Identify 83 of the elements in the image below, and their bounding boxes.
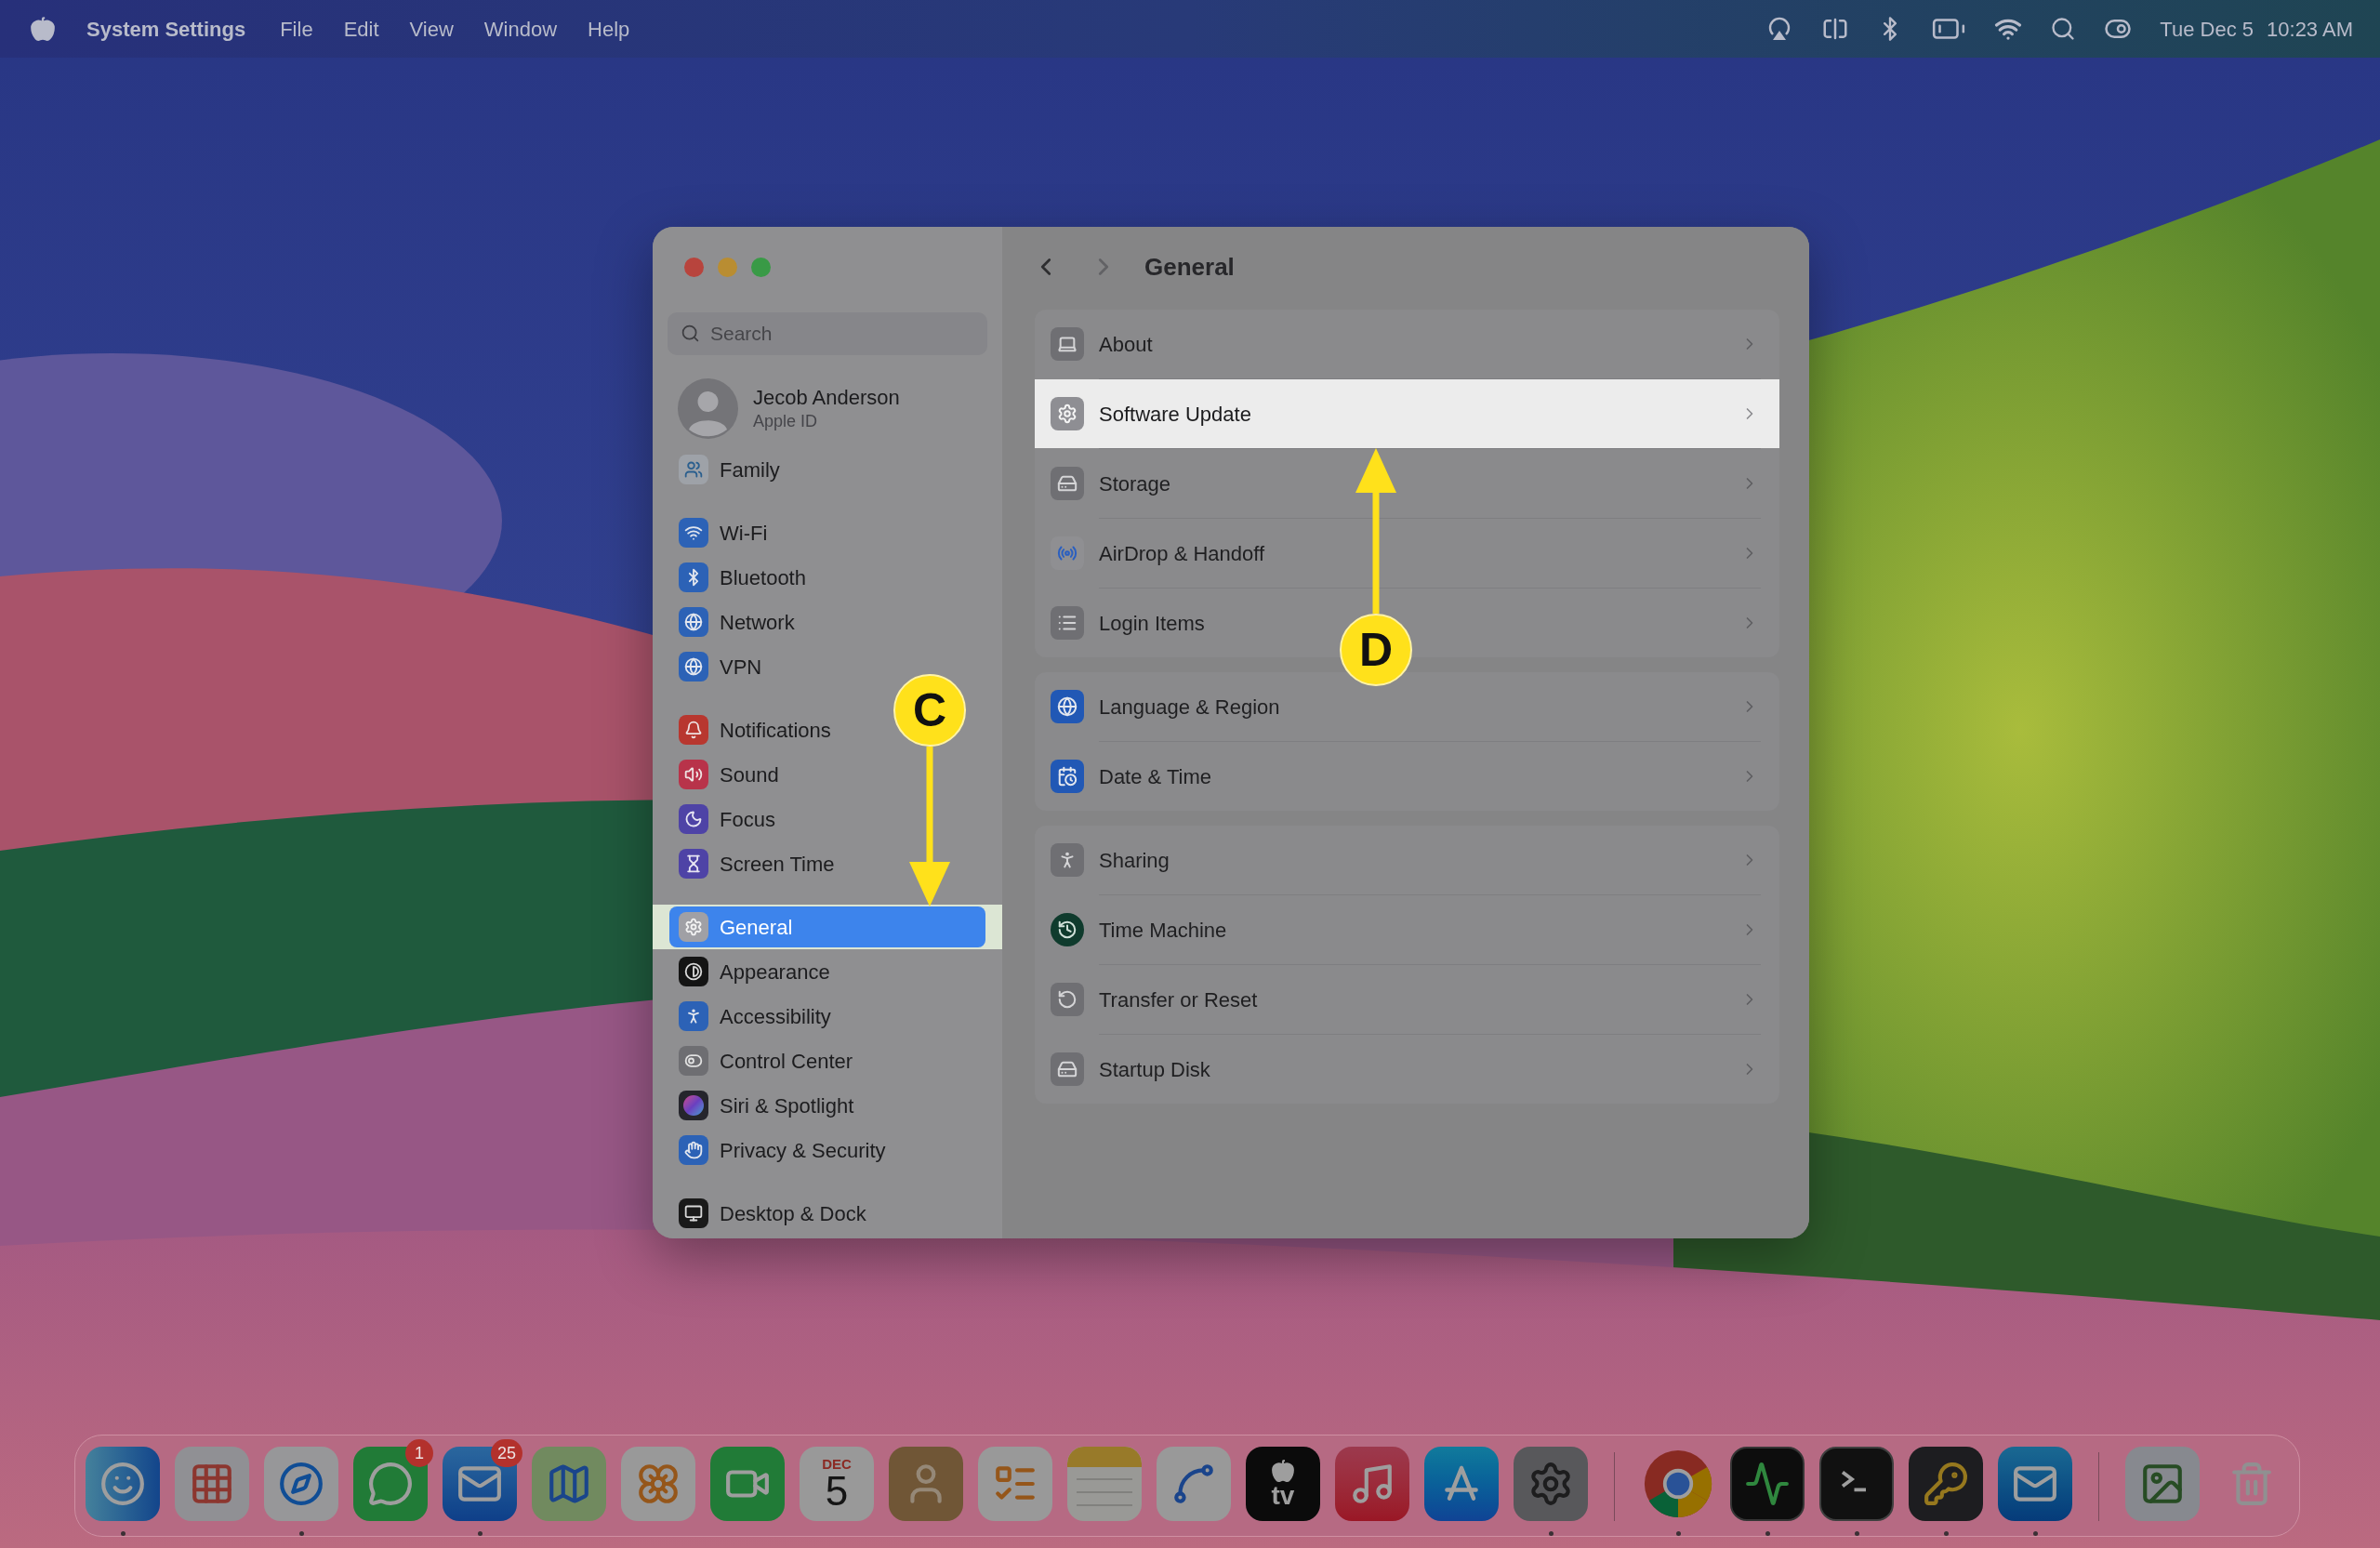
person-icon	[679, 1001, 708, 1031]
settings-row[interactable]: Sharing	[1035, 826, 1779, 894]
sidebar-item[interactable]: General	[669, 906, 985, 947]
sidebar-item[interactable]: Control Center	[669, 1040, 985, 1081]
sidebar-item[interactable]: Siri & Spotlight	[669, 1085, 985, 1126]
gear-icon[interactable]	[1514, 1447, 1588, 1521]
picture-stack-icon[interactable]	[2125, 1447, 2200, 1521]
signal-rings-icon	[1051, 536, 1084, 570]
toggle-icon	[679, 1046, 708, 1076]
checklist-icon[interactable]	[978, 1447, 1052, 1521]
orb-icon	[679, 1091, 708, 1120]
search-field[interactable]: Search	[668, 312, 987, 355]
settings-row[interactable]: Date & Time	[1035, 742, 1779, 811]
app-grid-icon[interactable]	[175, 1447, 249, 1521]
menu-item[interactable]: File	[280, 13, 313, 45]
menu-item[interactable]: Window	[483, 13, 558, 45]
sidebar-item[interactable]: Bluetooth	[669, 557, 985, 598]
terminal-prompt-icon[interactable]	[1819, 1447, 1894, 1521]
triangle-strokes-icon[interactable]	[1424, 1447, 1499, 1521]
search-icon	[681, 324, 700, 343]
smiling-face-icon[interactable]	[86, 1447, 160, 1521]
calendar-tile[interactable]: DEC 5	[800, 1447, 874, 1521]
envelope-icon[interactable]	[443, 1447, 517, 1521]
globe-icon	[1051, 690, 1084, 723]
monitor-icon	[679, 1198, 708, 1228]
bluetooth-icon	[679, 562, 708, 592]
window-title: General	[1144, 251, 1235, 283]
wifi-icon	[679, 518, 708, 548]
moon-icon	[679, 804, 708, 834]
pulse-graph-icon[interactable]	[1730, 1447, 1805, 1521]
settings-row[interactable]: Time Machine	[1035, 895, 1779, 964]
settings-row[interactable]: Startup Disk	[1035, 1035, 1779, 1104]
keys-icon[interactable]	[1909, 1447, 1983, 1521]
search-icon[interactable]	[2050, 16, 2077, 42]
squiggle-icon[interactable]	[1157, 1447, 1231, 1521]
globe-icon	[679, 652, 708, 681]
app-menu[interactable]: System Settings	[86, 13, 246, 45]
contrast-icon	[679, 957, 708, 986]
flower-icon[interactable]	[621, 1447, 695, 1521]
compass-icon[interactable]	[264, 1447, 338, 1521]
drive-icon	[1051, 1052, 1084, 1086]
sidebar-item[interactable]: Desktop & Dock	[669, 1193, 985, 1234]
sidebar-item[interactable]: Accessibility	[669, 996, 985, 1037]
list-icon	[1051, 606, 1084, 640]
hand-icon	[679, 1135, 708, 1165]
sidebar-item[interactable]: Network	[669, 602, 985, 642]
sidebar-item[interactable]: Appearance	[669, 951, 985, 992]
bell-icon	[679, 715, 708, 745]
account-button[interactable]: Jecob Anderson Apple ID	[653, 372, 1002, 444]
person-icon[interactable]	[889, 1447, 963, 1521]
settings-row[interactable]: Transfer or Reset	[1035, 965, 1779, 1034]
menu-item[interactable]: View	[409, 13, 454, 45]
unread-count: 25	[490, 1439, 522, 1467]
speech-bubble-icon[interactable]	[353, 1447, 428, 1521]
sidebar-item[interactable]: Privacy & Security	[669, 1130, 985, 1171]
calendar-icon	[1051, 760, 1084, 793]
video-camera-icon[interactable]	[710, 1447, 785, 1521]
apple-icon[interactable]	[30, 16, 56, 42]
sidebar-item[interactable]: Wi-Fi	[669, 512, 985, 553]
people-icon	[679, 455, 708, 484]
laptop-icon	[1051, 327, 1084, 361]
sidebar-item[interactable]: Family	[669, 449, 985, 490]
envelope-icon[interactable]	[1998, 1447, 2072, 1521]
menu-bar-date[interactable]: Tue Dec 5	[2160, 13, 2254, 45]
globe-icon	[679, 607, 708, 637]
clock-icon	[1051, 913, 1084, 946]
menu-item[interactable]: Edit	[343, 13, 379, 45]
map-icon[interactable]	[532, 1447, 606, 1521]
drive-icon	[1051, 467, 1084, 500]
gear-icon	[1051, 397, 1084, 430]
hourglass-icon	[679, 849, 708, 879]
apple-icon	[1271, 1459, 1295, 1483]
settings-row[interactable]: About	[1035, 310, 1779, 378]
speaker-icon	[679, 760, 708, 789]
unread-count: 1	[405, 1439, 433, 1467]
menu-item[interactable]: Help	[588, 13, 630, 45]
gear-icon	[679, 912, 708, 942]
person-icon	[1051, 843, 1084, 877]
music-note-icon[interactable]	[1335, 1447, 1409, 1521]
tv-tile[interactable]: tv	[1246, 1447, 1320, 1521]
avatar-icon	[678, 377, 738, 439]
menu-bar-clock[interactable]: 10:23 AM	[2267, 13, 2353, 45]
settings-row[interactable]: Software Update	[1035, 379, 1779, 448]
